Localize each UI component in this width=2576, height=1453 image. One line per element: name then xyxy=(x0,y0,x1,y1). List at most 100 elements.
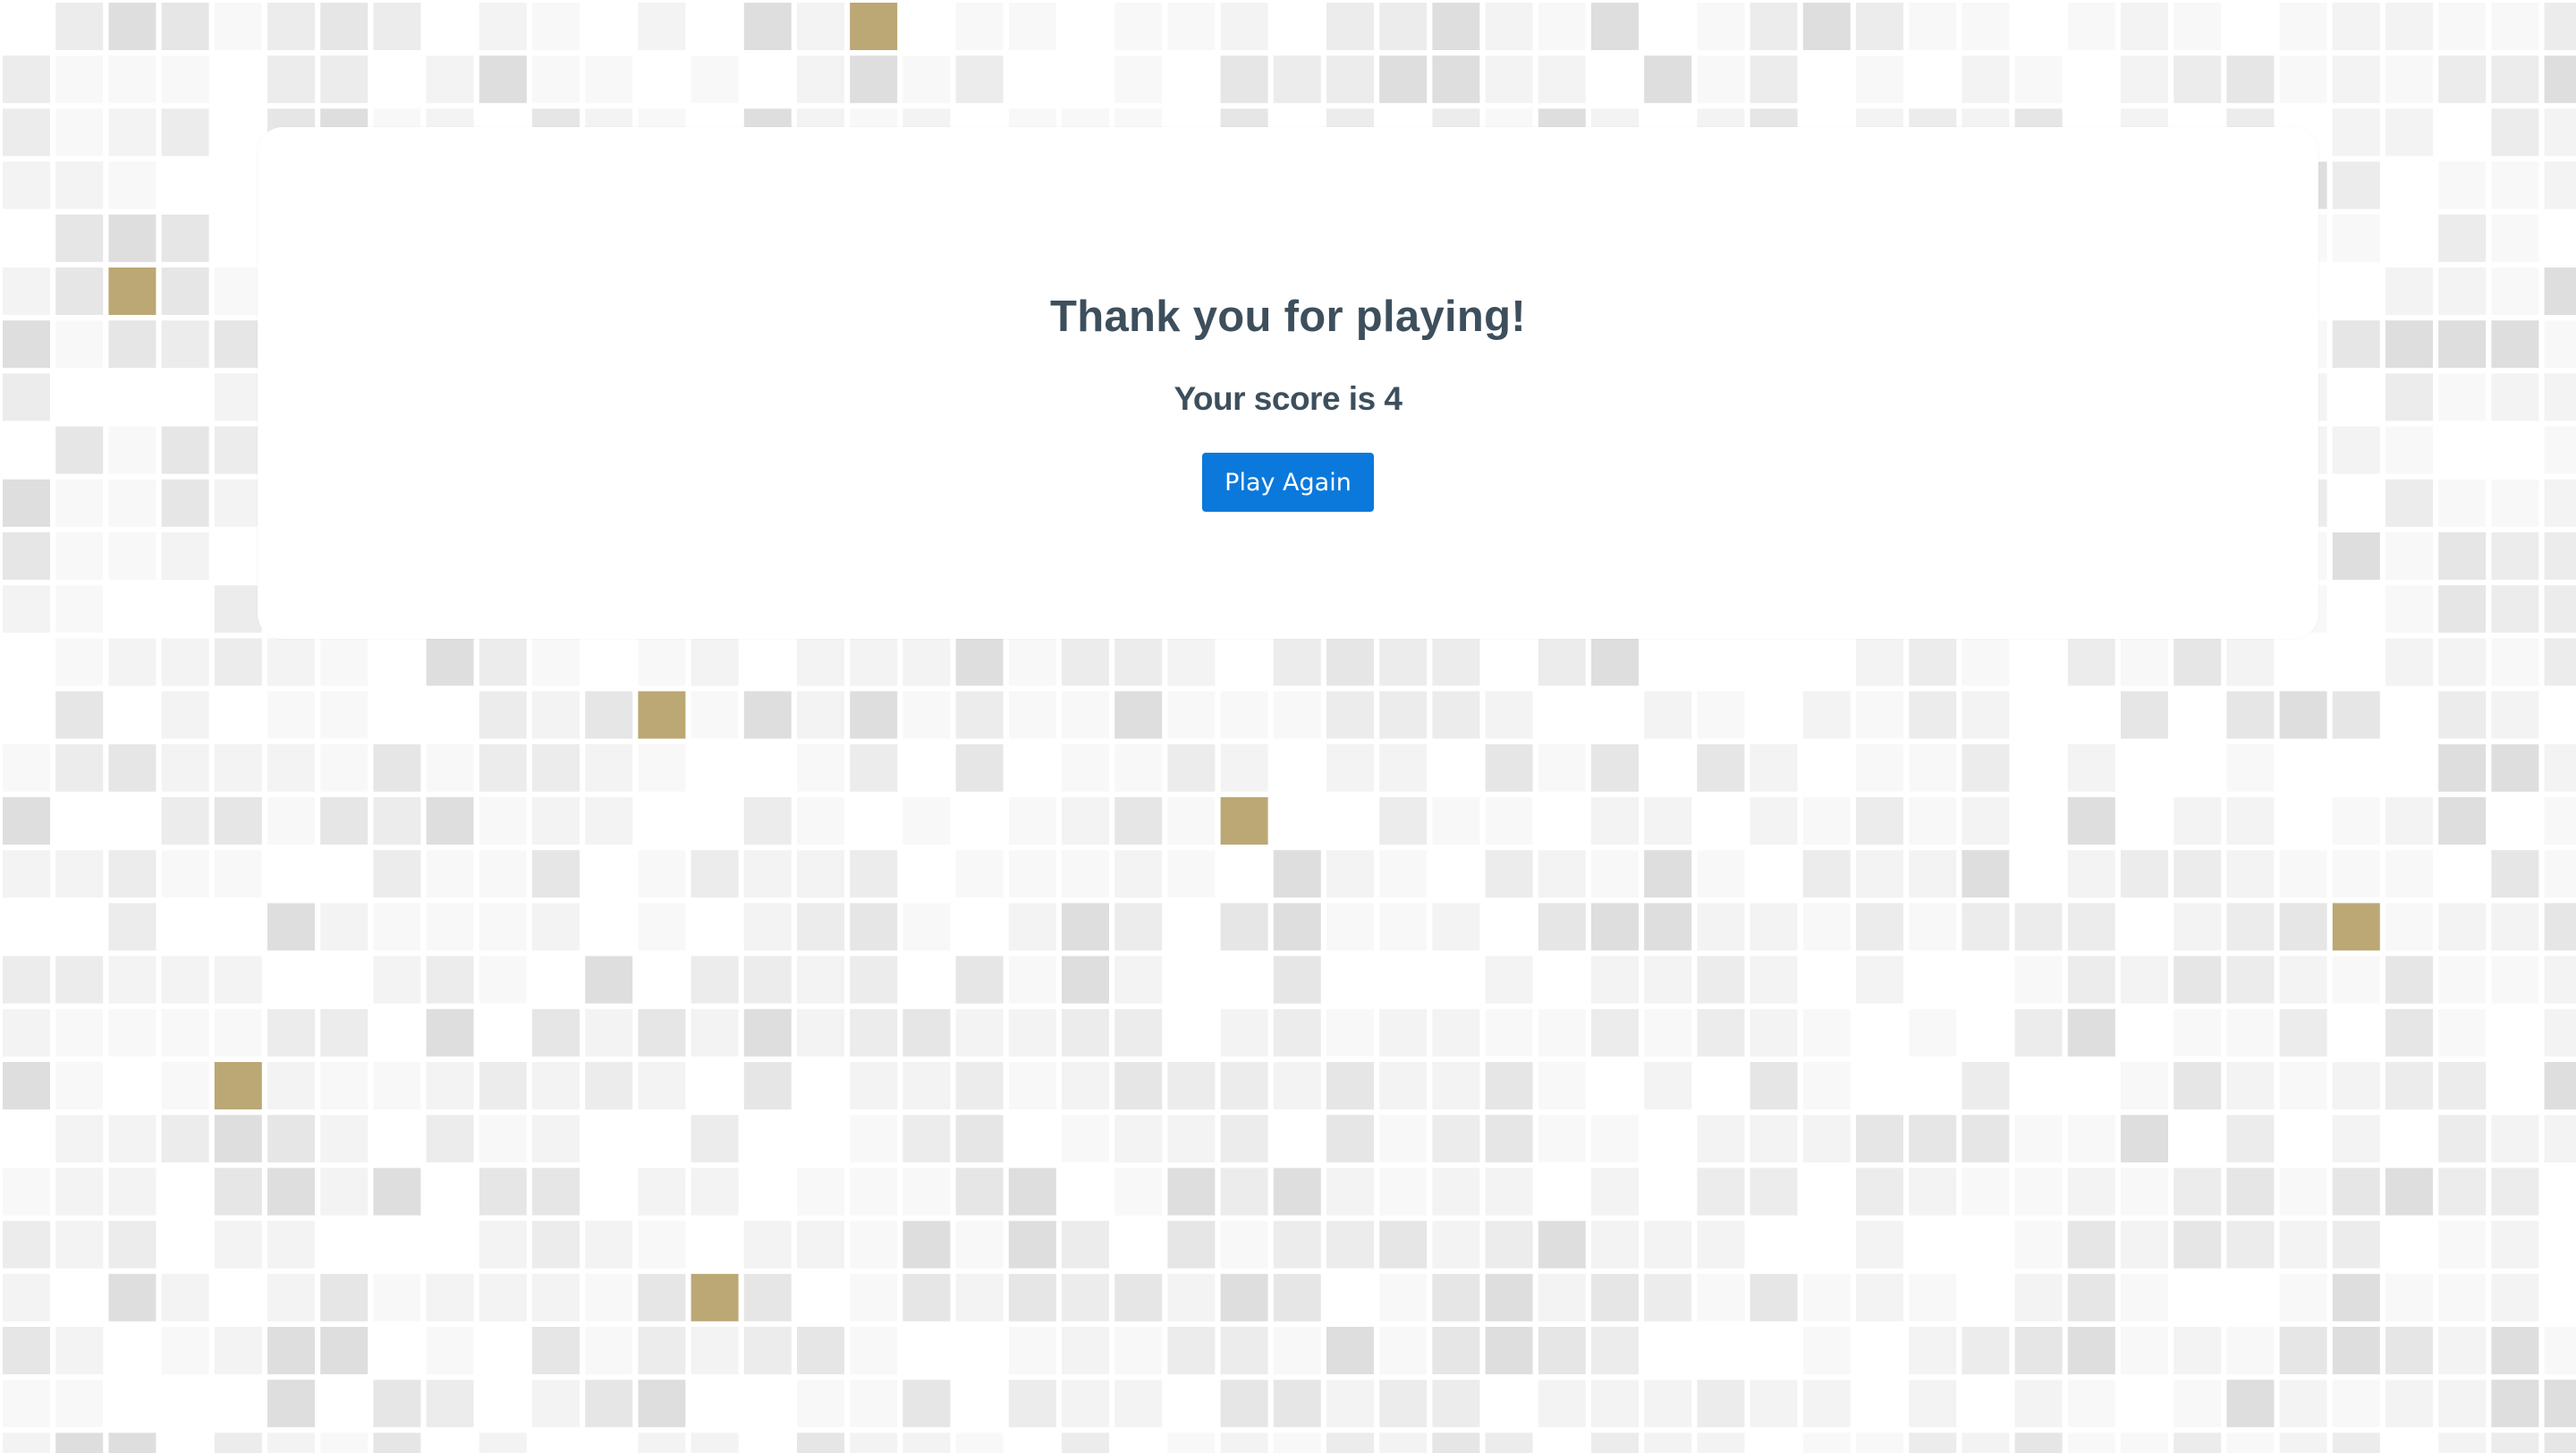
grid-tile xyxy=(1485,1115,1533,1163)
grid-tile xyxy=(1750,797,1798,845)
grid-tile xyxy=(161,1008,209,1057)
grid-tile xyxy=(55,214,104,262)
grid-tile xyxy=(1326,1327,1374,1374)
grid-tile xyxy=(320,1432,369,1453)
grid-tile xyxy=(955,1273,1004,1321)
game-stage: Thank you for playing! Your score is 4 P… xyxy=(0,0,2576,1453)
grid-tile xyxy=(320,1220,369,1269)
score-text: Your score is 4 xyxy=(1174,380,1402,417)
grid-tile xyxy=(2385,373,2433,421)
grid-tile xyxy=(1962,1115,2010,1163)
grid-tile xyxy=(426,55,474,104)
grid-tile xyxy=(2014,691,2063,739)
grid-tile xyxy=(267,903,315,951)
grid-tile xyxy=(2332,1115,2380,1163)
grid-tile xyxy=(2279,1008,2327,1057)
grid-tile xyxy=(1644,1115,1692,1163)
grid-tile xyxy=(161,1220,209,1269)
grid-tile xyxy=(1114,55,1163,104)
grid-tile xyxy=(3,108,50,157)
grid-tile xyxy=(2174,3,2222,50)
grid-tile xyxy=(2491,1432,2539,1453)
grid-tile xyxy=(2332,638,2380,686)
grid-tile xyxy=(1750,1168,1798,1216)
grid-tile xyxy=(585,638,633,686)
grid-tile xyxy=(1114,691,1163,739)
grid-tile xyxy=(1644,1220,1692,1269)
grid-tile xyxy=(3,956,50,1004)
grid-tile xyxy=(743,1168,792,1216)
grid-tile xyxy=(2438,1273,2487,1321)
grid-tile xyxy=(1802,1380,1851,1428)
grid-tile xyxy=(2279,691,2327,739)
grid-tile xyxy=(373,3,421,50)
grid-tile xyxy=(1167,850,1216,898)
grid-tile xyxy=(1114,1432,1163,1453)
grid-tile xyxy=(2544,691,2576,739)
grid-tile xyxy=(2226,1220,2275,1269)
grid-tile xyxy=(2174,638,2222,686)
grid-tile xyxy=(1802,1062,1851,1109)
grid-tile xyxy=(1008,55,1056,104)
grid-tile xyxy=(2121,1062,2168,1109)
grid-tile xyxy=(2491,214,2539,262)
grid-tile xyxy=(532,1115,580,1163)
grid-tile xyxy=(743,1273,792,1321)
grid-tile xyxy=(2491,691,2539,739)
grid-tile xyxy=(743,1380,792,1428)
play-again-button[interactable]: Play Again xyxy=(1202,453,1374,512)
grid-tile xyxy=(1802,638,1851,686)
grid-tile xyxy=(426,3,474,50)
grid-tile xyxy=(1008,1380,1056,1428)
grid-tile xyxy=(2226,1273,2275,1321)
grid-tile xyxy=(1750,1062,1798,1109)
grid-tile xyxy=(1856,1220,1903,1269)
grid-tile xyxy=(1802,743,1851,792)
grid-tile xyxy=(797,1327,844,1374)
grid-tile xyxy=(214,373,262,421)
grid-tile xyxy=(1856,638,1903,686)
grid-tile xyxy=(1114,903,1163,951)
grid-tile xyxy=(1591,55,1639,104)
grid-tile xyxy=(1591,1327,1639,1374)
grid-tile xyxy=(1008,1168,1056,1216)
grid-tile xyxy=(2544,850,2576,898)
grid-tile xyxy=(108,479,157,527)
grid-tile xyxy=(955,1168,1004,1216)
grid-tile xyxy=(2544,743,2576,792)
grid-tile xyxy=(1167,1008,1216,1057)
grid-tile xyxy=(1750,956,1798,1004)
grid-tile xyxy=(2385,1273,2433,1321)
grid-tile xyxy=(108,373,157,421)
grid-tile xyxy=(850,1273,898,1321)
grid-tile xyxy=(214,479,262,527)
grid-tile xyxy=(1167,3,1216,50)
grid-tile xyxy=(797,1273,844,1321)
grid-tile xyxy=(1062,1008,1109,1057)
grid-tile xyxy=(2385,1115,2433,1163)
grid-tile xyxy=(3,161,50,209)
grid-tile xyxy=(2174,1008,2222,1057)
grid-tile xyxy=(2121,850,2168,898)
grid-tile xyxy=(1909,1062,1957,1109)
grid-tile xyxy=(108,532,157,580)
grid-tile xyxy=(1750,1327,1798,1374)
grid-tile xyxy=(955,797,1004,845)
grid-tile xyxy=(2067,1380,2115,1428)
grid-tile xyxy=(2491,426,2539,474)
grid-tile xyxy=(2226,1168,2275,1216)
grid-tile xyxy=(1750,638,1798,686)
grid-tile xyxy=(2544,3,2576,50)
grid-tile xyxy=(320,1062,369,1109)
grid-tile xyxy=(1273,956,1321,1004)
grid-tile xyxy=(2332,1062,2380,1109)
grid-tile xyxy=(479,1220,527,1269)
grid-tile xyxy=(1432,55,1480,104)
grid-tile xyxy=(797,1062,844,1109)
grid-tile xyxy=(2067,1168,2115,1216)
grid-tile xyxy=(1485,956,1533,1004)
grid-tile xyxy=(2438,373,2487,421)
grid-tile xyxy=(1538,1380,1586,1428)
grid-tile xyxy=(2491,1168,2539,1216)
grid-tile xyxy=(1538,638,1586,686)
